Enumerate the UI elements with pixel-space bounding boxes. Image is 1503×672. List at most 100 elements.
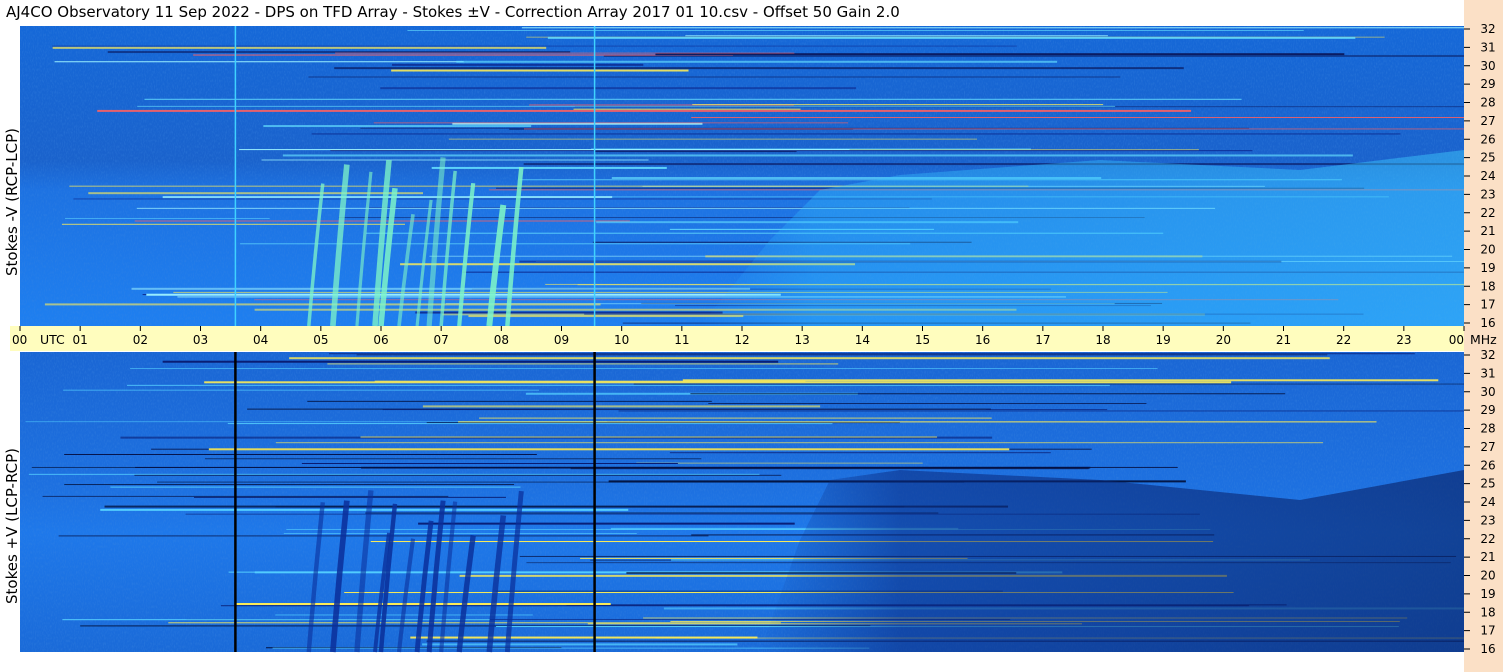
interference-stripe	[54, 61, 464, 63]
interference-stripe	[100, 508, 629, 511]
interference-stripe	[431, 166, 667, 169]
interference-stripe	[126, 384, 1110, 386]
interference-stripe	[208, 448, 1010, 451]
y-tick-label: 28	[1480, 96, 1495, 110]
y-tick-label: 25	[1480, 151, 1495, 165]
y-tick-label: 29	[1480, 403, 1495, 417]
x-tick-label: 23	[1396, 333, 1411, 347]
y-tick-label: 22	[1480, 206, 1495, 220]
y-tick-label: 26	[1480, 458, 1495, 472]
interference-stripe	[168, 622, 781, 624]
interference-stripe	[360, 436, 938, 438]
x-tick-label: 22	[1336, 333, 1351, 347]
x-tick-label: 13	[795, 333, 810, 347]
x-tick-label: 05	[313, 333, 328, 347]
interference-stripe	[618, 410, 1464, 412]
y-tick-label: 17	[1480, 298, 1495, 312]
x-tick-label: 04	[253, 333, 268, 347]
interference-stripe	[307, 400, 712, 402]
y-tick-label: 18	[1480, 605, 1495, 619]
utc-axis-label: UTC	[40, 332, 65, 347]
stokes-minus-v-panel	[20, 26, 1465, 327]
interference-stripe	[311, 133, 1401, 135]
y-tick-label: 32	[1480, 22, 1495, 36]
interference-stripe	[64, 484, 515, 486]
y-tick-label: 30	[1480, 385, 1495, 399]
interference-stripe	[204, 381, 1232, 384]
chart-title: AJ4CO Observatory 11 Sep 2022 - DPS on T…	[6, 3, 900, 21]
y-tick-label: 31	[1480, 366, 1495, 380]
interference-stripe	[391, 69, 689, 72]
interference-stripe	[64, 453, 537, 455]
interference-stripe	[131, 287, 751, 290]
interference-stripe	[407, 30, 1304, 32]
interference-stripe	[62, 619, 490, 621]
interference-stripe	[275, 442, 1324, 444]
interference-stripe	[422, 405, 821, 408]
interference-stripe	[194, 496, 506, 498]
interference-stripe	[685, 35, 1108, 37]
interference-stripe	[130, 368, 1158, 370]
y-tick-label: 20	[1480, 243, 1495, 257]
interference-stripe	[380, 87, 856, 90]
mhz-axis-label: MHz	[1470, 332, 1497, 347]
interference-stripe	[263, 125, 532, 128]
interference-stripe	[573, 108, 801, 110]
y-tick-label: 18	[1480, 279, 1495, 293]
interference-stripe	[418, 522, 795, 525]
interference-stripe	[301, 462, 678, 464]
interference-stripe	[52, 46, 547, 49]
y-tick-label: 27	[1480, 440, 1495, 454]
stokes-plus-v-panel	[20, 352, 1464, 653]
y-tick-label: 29	[1480, 77, 1495, 91]
interference-stripe	[692, 104, 1104, 106]
interference-stripe	[330, 150, 1253, 152]
x-tick-label: 00	[1449, 333, 1464, 347]
y-tick-label: 24	[1480, 169, 1495, 183]
y-tick-label: 21	[1480, 224, 1495, 238]
x-tick-label: 07	[434, 333, 449, 347]
interference-stripe	[669, 452, 1051, 454]
interference-stripe	[682, 379, 1439, 382]
interference-stripe	[42, 495, 449, 497]
interference-stripe	[329, 353, 1415, 355]
x-tick-label: 19	[1156, 333, 1171, 347]
interference-stripe	[261, 159, 649, 161]
interference-stripe	[88, 192, 424, 195]
bottom-panel-ylabel: Stokes +V (LCP-RCP)	[3, 448, 21, 604]
interference-stripe	[283, 532, 637, 534]
interference-stripe	[422, 643, 738, 646]
x-tick-label: 12	[734, 333, 749, 347]
interference-stripe	[691, 117, 1464, 119]
x-tick-label: 00	[12, 333, 27, 347]
y-tick-label: 27	[1480, 114, 1495, 128]
interference-stripe	[479, 417, 992, 419]
interference-stripe	[547, 36, 1356, 39]
interference-stripe	[28, 473, 760, 475]
interference-stripe	[227, 423, 833, 425]
x-tick-label: 17	[1035, 333, 1050, 347]
interference-stripe	[63, 389, 539, 391]
interference-stripe	[633, 383, 1464, 385]
interference-stripe	[690, 393, 1286, 395]
interference-stripe	[204, 458, 702, 460]
x-tick-label: 02	[133, 333, 148, 347]
interference-stripe	[110, 486, 521, 488]
x-tick-label: 10	[614, 333, 629, 347]
interference-stripe	[193, 54, 734, 56]
y-tick-label: 23	[1480, 187, 1495, 201]
interference-stripe	[52, 45, 1017, 47]
x-tick-label: 01	[73, 333, 88, 347]
x-tick-label: 03	[193, 333, 208, 347]
y-tick-label: 31	[1480, 40, 1495, 54]
y-tick-label: 17	[1480, 624, 1495, 638]
interference-stripe	[44, 303, 601, 306]
x-tick-label: 20	[1216, 333, 1231, 347]
interference-stripe	[65, 217, 270, 219]
interference-stripe	[97, 109, 1192, 112]
interference-stripe	[73, 198, 932, 200]
y-tick-label: 23	[1480, 513, 1495, 527]
interference-stripe	[162, 360, 779, 363]
x-tick-label: 21	[1276, 333, 1291, 347]
interference-stripe	[382, 409, 1108, 411]
